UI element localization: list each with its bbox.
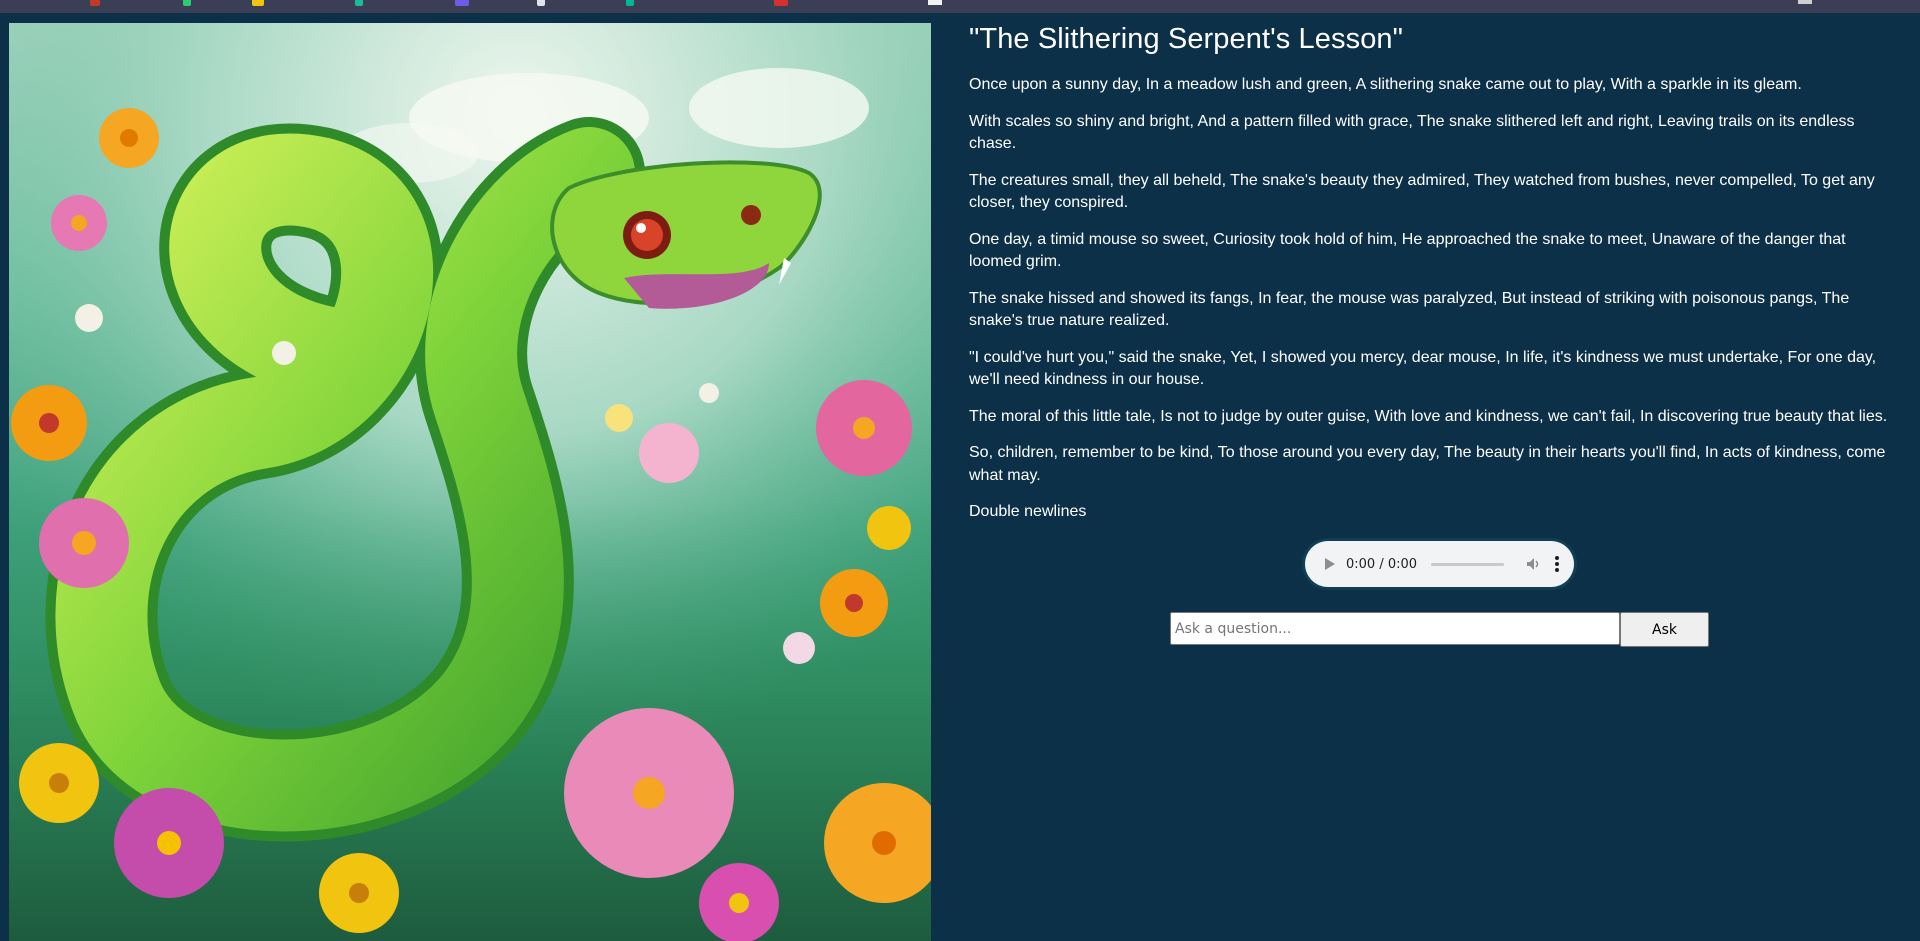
tab-favicon[interactable] <box>90 0 100 6</box>
tab-favicon[interactable] <box>537 0 545 6</box>
browser-top-bar <box>0 0 1920 13</box>
story-title: "The Slithering Serpent's Lesson" <box>969 23 1404 55</box>
story-paragraph: So, children, remember to be kind, To th… <box>969 444 1886 484</box>
active-tab-icon[interactable] <box>928 0 942 5</box>
tab-favicon[interactable] <box>355 0 363 6</box>
story-paragraph: The snake hissed and showed its fangs, I… <box>969 289 1850 330</box>
story-paragraph: Once upon a sunny day, In a meadow lush … <box>969 76 1802 93</box>
tab-favicon[interactable] <box>183 0 191 6</box>
audio-progress-slider[interactable] <box>1431 562 1505 566</box>
story-paragraph: With scales so shiny and bright, And a p… <box>969 112 1855 153</box>
window-control-icon[interactable] <box>1798 0 1812 4</box>
story-paragraph: One day, a timid mouse so sweet, Curiosi… <box>969 230 1846 271</box>
ask-button[interactable]: Ask <box>1620 612 1709 647</box>
more-options-icon[interactable] <box>1555 556 1560 572</box>
story-illustration <box>9 23 931 941</box>
story-content: "The Slithering Serpent's Lesson" Once u… <box>969 20 1901 538</box>
tab-favicon[interactable] <box>455 0 469 6</box>
ask-question-input[interactable] <box>1170 612 1620 645</box>
ask-form: Ask <box>1170 612 1709 647</box>
story-paragraph: "I could've hurt you," said the snake, Y… <box>969 348 1877 389</box>
story-paragraph: Double newlines <box>969 503 1087 520</box>
story-paragraph: The moral of this little tale, Is not to… <box>969 407 1888 425</box>
snake-illustration-svg <box>9 23 931 941</box>
tab-favicon[interactable] <box>626 0 634 6</box>
audio-time: 0:00 / 0:00 <box>1346 556 1418 572</box>
volume-icon[interactable] <box>1526 557 1541 571</box>
story-paragraph: The creatures small, they all beheld, Th… <box>969 171 1875 212</box>
audio-player[interactable]: 0:00 / 0:00 <box>1305 541 1574 587</box>
tab-favicon[interactable] <box>774 0 788 6</box>
play-icon[interactable] <box>1325 558 1335 570</box>
tab-favicon[interactable] <box>252 0 264 6</box>
